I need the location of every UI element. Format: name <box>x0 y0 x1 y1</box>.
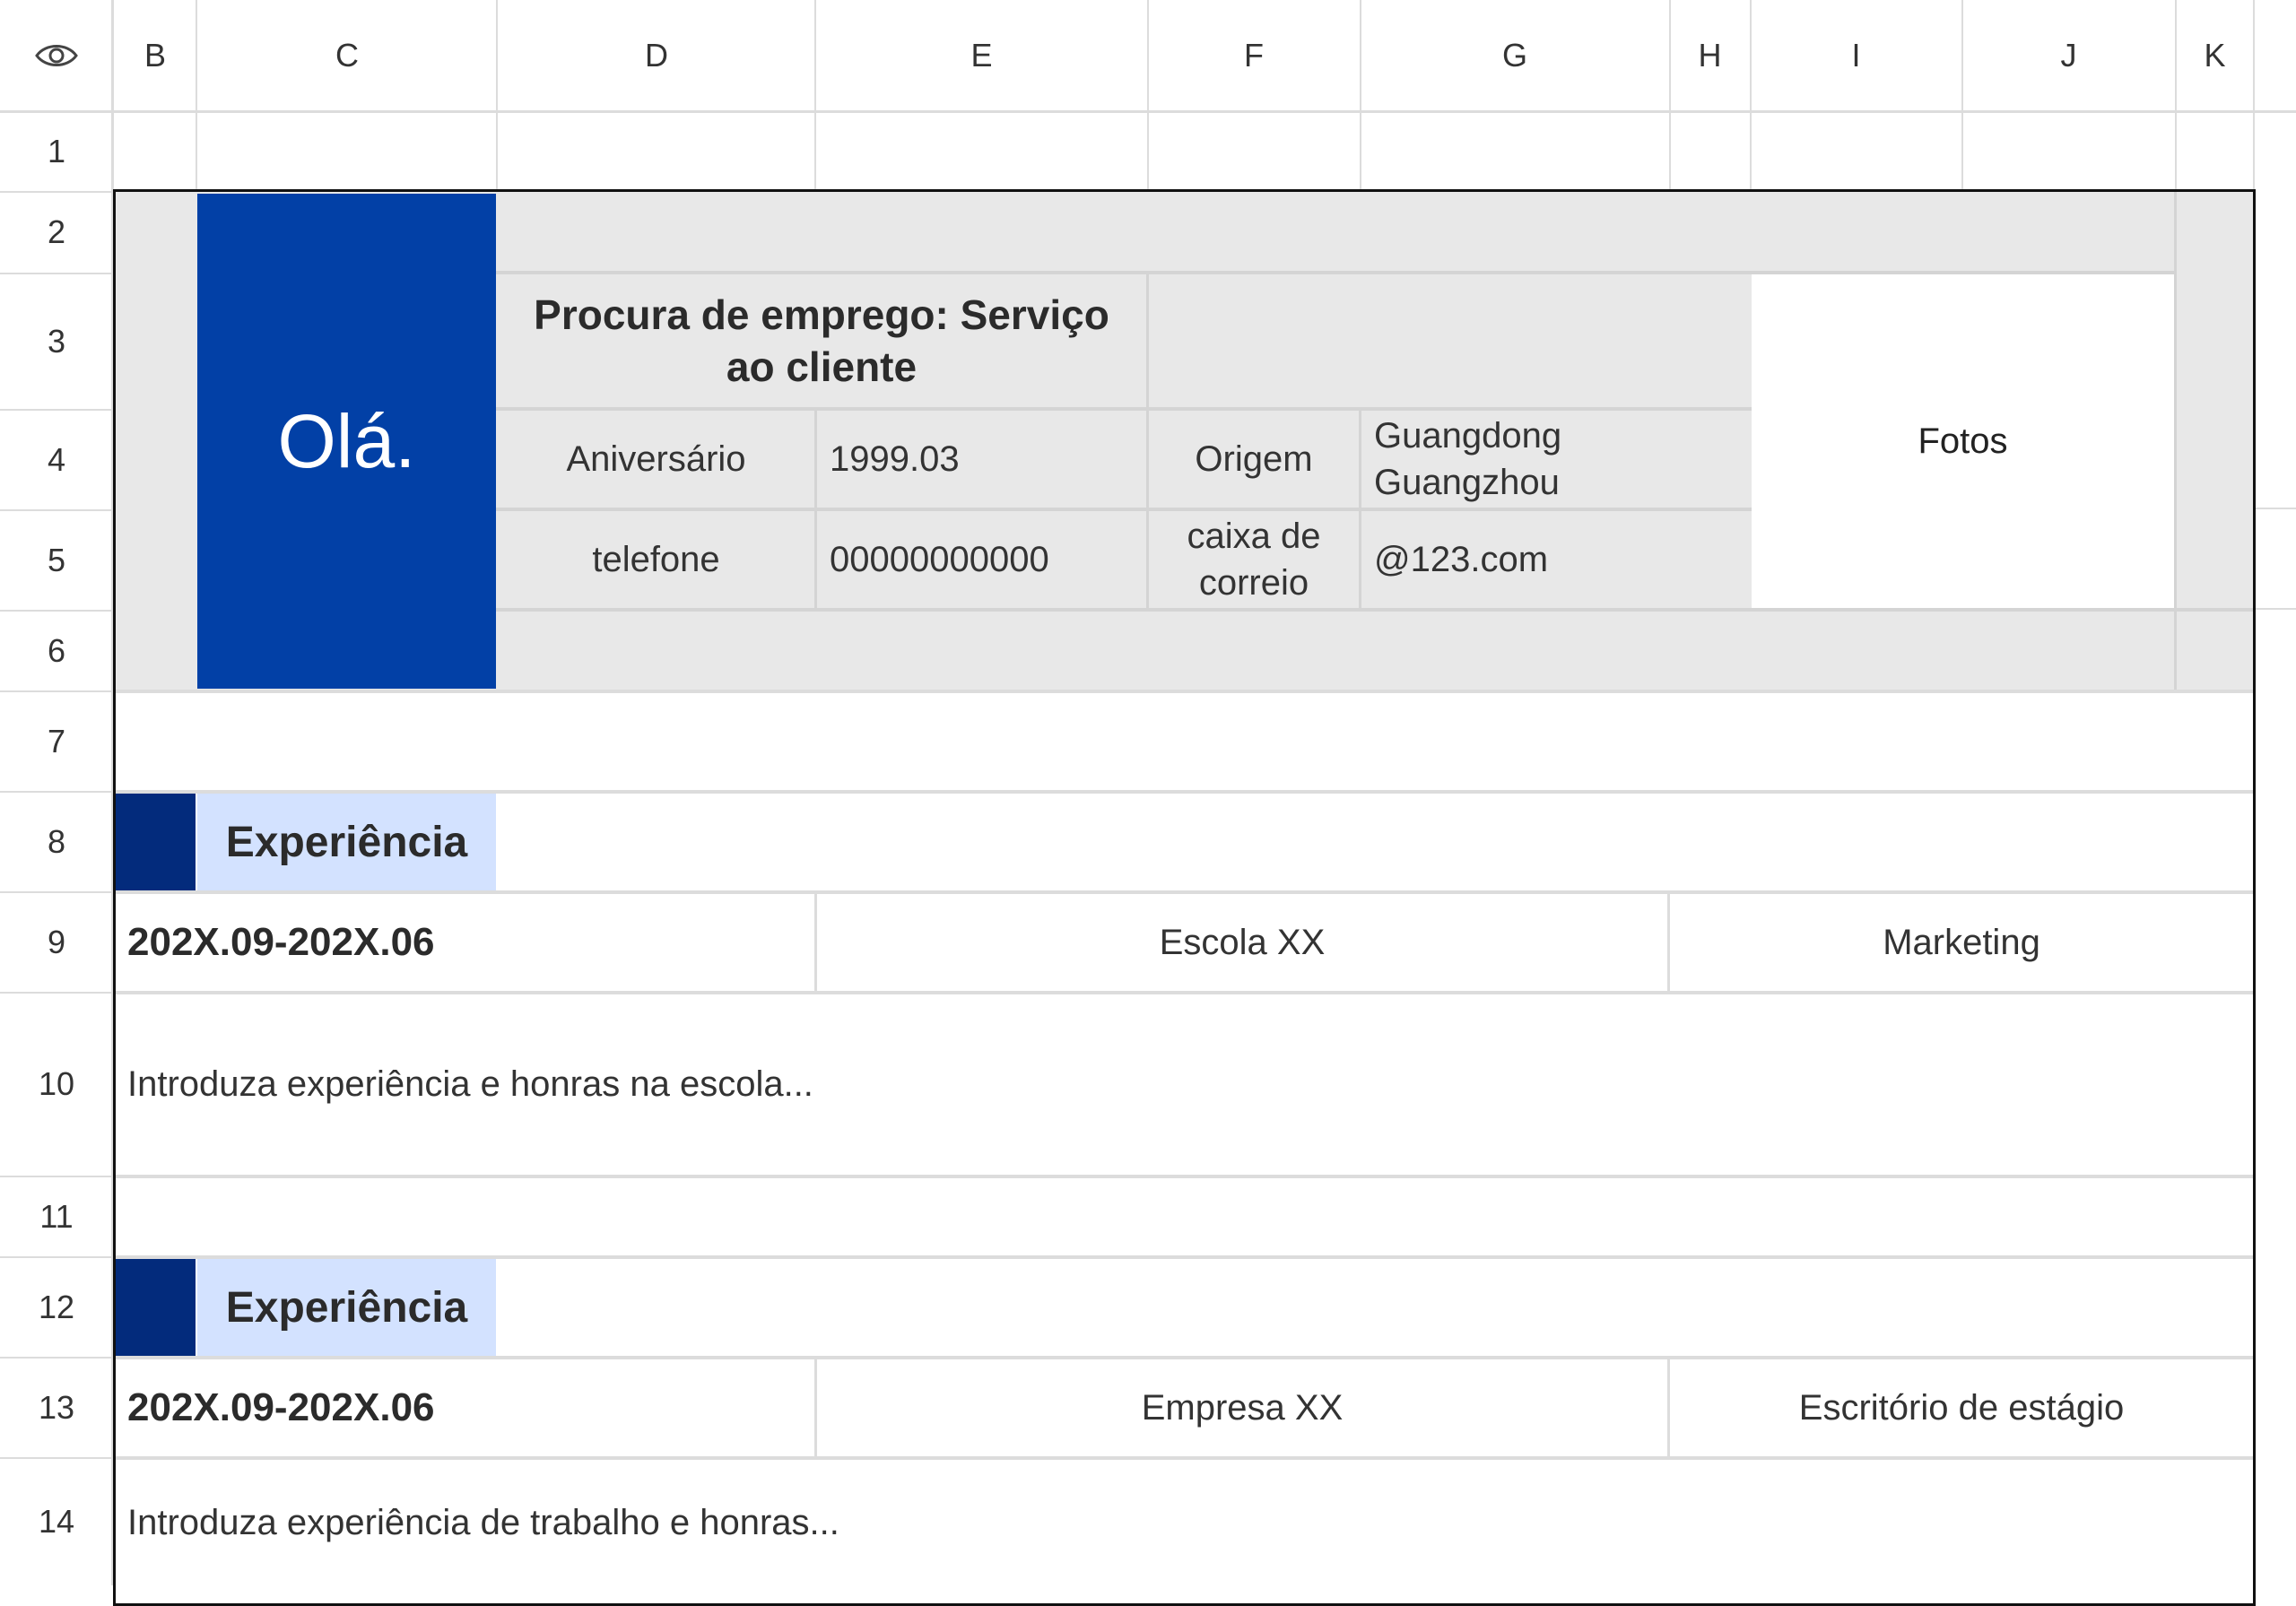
row-header-2[interactable]: 2 <box>0 192 113 273</box>
col-divider <box>496 0 498 192</box>
col-divider <box>196 0 197 192</box>
row-divider <box>0 891 113 893</box>
row-header-11[interactable]: 11 <box>0 1176 113 1256</box>
row-divider <box>2255 508 2296 509</box>
row-divider <box>2255 608 2296 610</box>
row-divider <box>0 690 113 692</box>
row-divider <box>0 1176 113 1177</box>
column-header-b[interactable]: B <box>114 0 196 111</box>
row-header-9[interactable]: 9 <box>0 892 113 992</box>
column-header-k[interactable]: K <box>2176 0 2254 111</box>
row-divider <box>0 1256 113 1258</box>
row-header-8[interactable]: 8 <box>0 792 113 891</box>
col-divider <box>1669 0 1671 192</box>
row-header-5[interactable]: 5 <box>0 510 113 610</box>
column-header-j[interactable]: J <box>1962 0 2175 111</box>
row-header-14[interactable]: 14 <box>0 1458 113 1585</box>
row-header-12[interactable]: 12 <box>0 1257 113 1357</box>
row-header-13[interactable]: 13 <box>0 1358 113 1457</box>
row-header-1[interactable]: 1 <box>0 112 113 191</box>
row-divider <box>0 1457 113 1459</box>
col-divider <box>2253 0 2255 192</box>
row-header-7[interactable]: 7 <box>0 691 113 791</box>
row-divider <box>0 409 113 411</box>
column-header-i[interactable]: I <box>1751 0 1961 111</box>
row-header-3[interactable]: 3 <box>0 273 113 409</box>
column-header-g[interactable]: G <box>1361 0 1669 111</box>
row-header-10[interactable]: 10 <box>0 993 113 1176</box>
col-divider <box>1360 0 1361 192</box>
row-divider <box>0 610 113 612</box>
select-all-eye-icon[interactable] <box>0 0 113 111</box>
col-divider <box>814 0 816 192</box>
column-header-h[interactable]: H <box>1670 0 1750 111</box>
col-divider <box>1961 0 1963 192</box>
resume-frame <box>113 189 2256 1606</box>
row-header-6[interactable]: 6 <box>0 611 113 690</box>
column-header-d[interactable]: D <box>498 0 815 111</box>
row-header-4[interactable]: 4 <box>0 410 113 509</box>
column-header-e[interactable]: E <box>816 0 1147 111</box>
col-divider <box>1147 0 1149 192</box>
row-divider <box>0 791 113 793</box>
row-divider <box>0 191 113 193</box>
row-divider <box>0 509 113 511</box>
column-header-f[interactable]: F <box>1148 0 1360 111</box>
column-header-c[interactable]: C <box>197 0 497 111</box>
row-divider <box>0 992 113 994</box>
col-divider <box>2175 0 2177 192</box>
row-divider <box>0 273 113 274</box>
row-divider <box>0 1357 113 1359</box>
col-divider <box>1750 0 1752 192</box>
